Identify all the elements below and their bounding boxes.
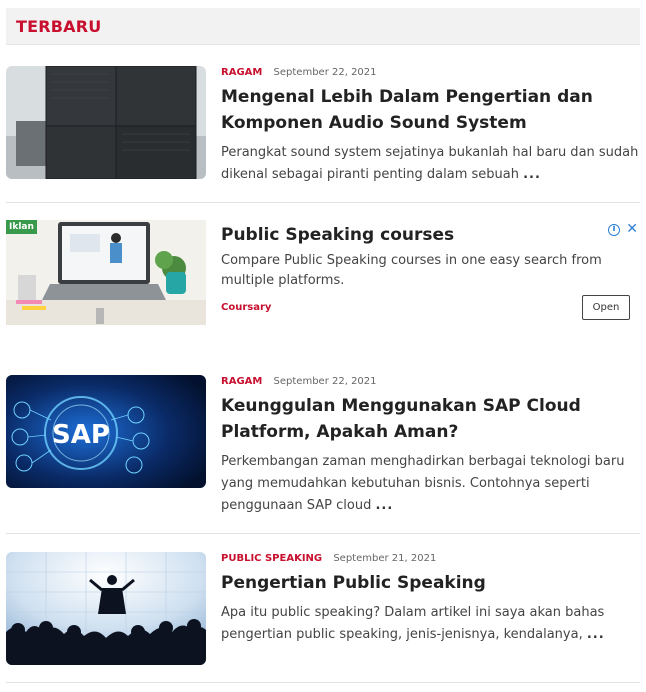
article-excerpt-text: Apa itu public speaking? Dalam artikel i… <box>221 605 605 642</box>
sap-logo-text: SAP <box>52 420 110 450</box>
ad-tag: Iklan <box>6 220 37 234</box>
info-icon[interactable]: i <box>608 224 620 236</box>
article-category[interactable]: RAGAM <box>221 67 262 78</box>
article-meta: RAGAM September 22, 2021 <box>221 375 640 389</box>
divider <box>6 682 640 683</box>
article-thumbnail[interactable]: SAP <box>6 375 206 488</box>
article-thumbnail[interactable] <box>6 66 206 179</box>
article-date: September 22, 2021 <box>273 376 377 387</box>
divider <box>6 533 640 534</box>
article-body: RAGAM September 22, 2021 Mengenal Lebih … <box>221 66 640 186</box>
article-title[interactable]: Pengertian Public Speaking <box>221 570 640 596</box>
sound-system-image <box>6 66 206 179</box>
article-meta: RAGAM September 22, 2021 <box>221 66 640 80</box>
close-icon[interactable]: ✕ <box>626 221 638 237</box>
public-speaking-image <box>6 552 206 665</box>
article-category[interactable]: RAGAM <box>221 376 262 387</box>
ad-title[interactable]: Public Speaking courses <box>221 220 640 250</box>
article-excerpt-text: Perkembangan zaman menghadirkan berbagai… <box>221 454 625 513</box>
read-more-ellipsis[interactable]: ... <box>375 498 393 513</box>
article-title[interactable]: Mengenal Lebih Dalam Pengertian dan Komp… <box>221 84 640 136</box>
laptop-presentation-image <box>6 220 206 325</box>
article-item[interactable]: SAP RAGAM September 22, 2021 Keunggulan … <box>6 375 640 513</box>
article-excerpt: Perangkat sound system sejatinya bukanla… <box>221 142 640 186</box>
article-body: RAGAM September 22, 2021 Keunggulan Meng… <box>221 375 640 517</box>
open-button[interactable]: Open <box>582 295 630 320</box>
ad-unit[interactable]: Iklan Public Speaking courses Compare Pu… <box>6 220 640 325</box>
ad-image[interactable]: Iklan <box>6 220 206 325</box>
ad-description: Compare Public Speaking courses in one e… <box>221 253 602 288</box>
section-header: TERBARU <box>6 8 640 45</box>
article-item[interactable]: PUBLIC SPEAKING September 21, 2021 Penge… <box>6 552 640 665</box>
ad-body: Public Speaking courses Compare Public S… <box>221 220 640 320</box>
article-excerpt: Perkembangan zaman menghadirkan berbagai… <box>221 451 640 517</box>
article-date: September 22, 2021 <box>273 67 377 78</box>
sap-cloud-image: SAP <box>6 375 206 488</box>
article-meta: PUBLIC SPEAKING September 21, 2021 <box>221 552 640 566</box>
article-date: September 21, 2021 <box>333 553 437 564</box>
article-item[interactable]: RAGAM September 22, 2021 Mengenal Lebih … <box>6 66 640 182</box>
article-body: PUBLIC SPEAKING September 21, 2021 Penge… <box>221 552 640 646</box>
article-category[interactable]: PUBLIC SPEAKING <box>221 553 322 564</box>
article-excerpt-text: Perangkat sound system sejatinya bukanla… <box>221 145 639 182</box>
article-thumbnail[interactable] <box>6 552 206 665</box>
divider <box>6 202 640 203</box>
ad-advertiser[interactable]: Coursary <box>221 302 271 313</box>
read-more-ellipsis[interactable]: ... <box>587 627 605 642</box>
section-title: TERBARU <box>16 17 102 36</box>
article-excerpt: Apa itu public speaking? Dalam artikel i… <box>221 602 640 646</box>
article-title[interactable]: Keunggulan Menggunakan SAP Cloud Platfor… <box>221 393 640 445</box>
read-more-ellipsis[interactable]: ... <box>523 167 541 182</box>
